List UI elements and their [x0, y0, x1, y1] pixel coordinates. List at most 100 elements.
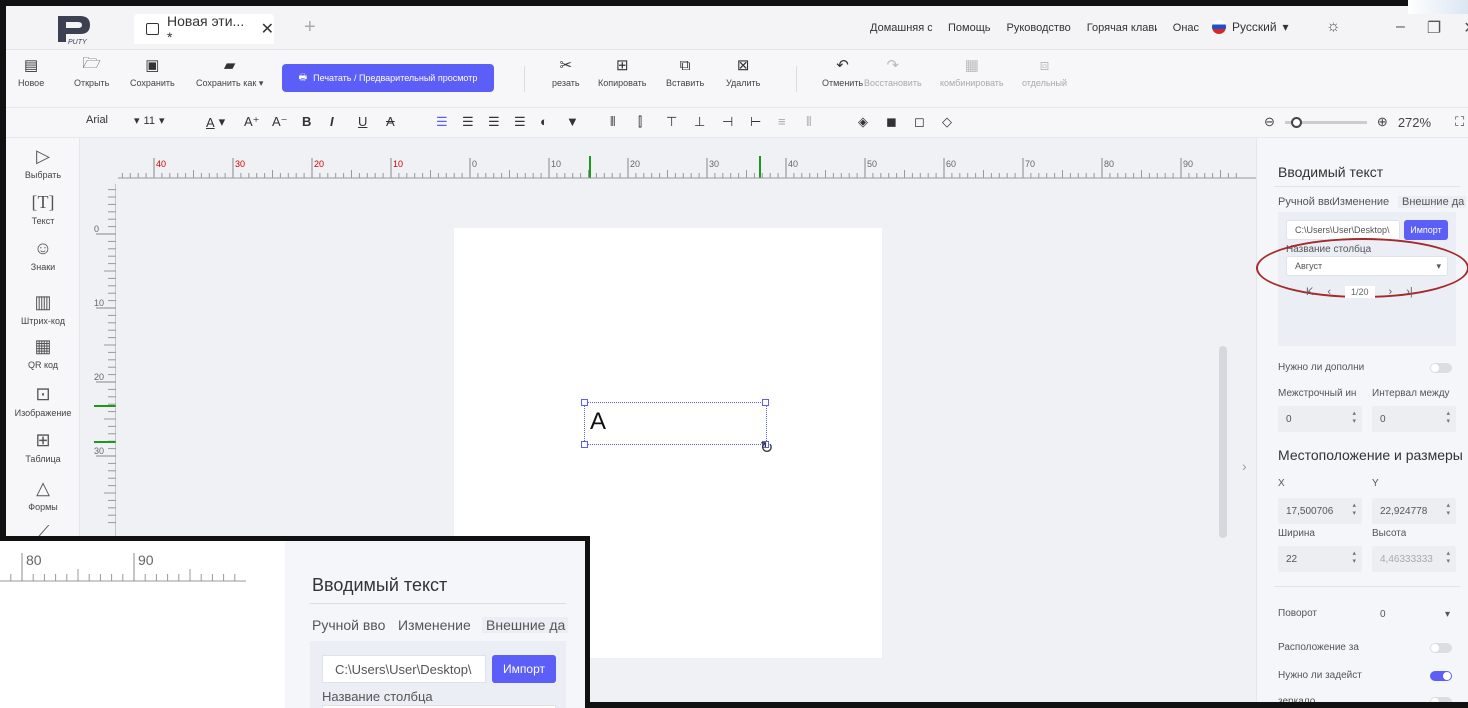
font-select[interactable]: Arial — [86, 114, 108, 126]
text-selection-box[interactable] — [584, 402, 767, 445]
fit-screen-icon[interactable]: ⛶ — [1455, 114, 1464, 130]
rotate-handle-icon[interactable]: ↻ — [760, 438, 773, 458]
align-objects-right-icon[interactable]: ⊢ — [750, 114, 761, 130]
save-button[interactable]: ▣ Сохранить — [130, 56, 175, 88]
inset-file-path-input[interactable]: C:\Users\User\Desktop\ — [322, 655, 486, 683]
maximize-icon[interactable]: ❐ — [1427, 18, 1441, 38]
save-as-button[interactable]: ▰ Сохранить как ▾ — [196, 56, 263, 89]
hotkeys-link[interactable]: Горячая клавиш — [1087, 22, 1157, 34]
tool-select[interactable]: ▷ Выбрать — [6, 146, 80, 181]
tab-change[interactable]: Изменение — [1332, 196, 1398, 208]
increase-font-icon[interactable]: A⁺ — [244, 114, 260, 130]
import-button[interactable]: Импорт — [1404, 220, 1448, 240]
layer-top-icon[interactable]: ◈ — [858, 114, 868, 130]
align-center-icon[interactable]: ☰ — [462, 114, 474, 130]
resize-handle[interactable] — [581, 441, 588, 448]
align-objects-middle-icon[interactable]: ⊣ — [722, 114, 733, 130]
tab-manual[interactable]: Ручной вво — [1278, 196, 1332, 208]
zoom-out-icon[interactable]: ⊖ — [1264, 114, 1275, 130]
guide-link[interactable]: Руководство — [1007, 22, 1071, 34]
zoom-in-icon[interactable]: ⊕ — [1377, 114, 1388, 130]
tool-shapes[interactable]: △ Формы — [6, 478, 80, 513]
tool-qrcode[interactable]: ▦ QR код — [6, 336, 80, 371]
print-button[interactable]: 🖶 Печатать / Предварительный просмотр — [282, 64, 494, 92]
add-tab-icon[interactable]: + — [304, 16, 316, 39]
separate-button[interactable]: ⧈ отдельный — [1022, 56, 1067, 89]
document-tab[interactable]: Новая эти... * ✕ — [134, 13, 274, 45]
canvas-text-element[interactable]: A — [590, 408, 606, 436]
last-page-icon[interactable]: ›| — [1406, 286, 1413, 298]
copy-button[interactable]: ⊞ Копировать — [598, 56, 646, 88]
inset-tab-external[interactable]: Внешние да — [482, 617, 568, 633]
align-objects-left-icon[interactable]: ⫴ — [610, 114, 615, 130]
close-window-icon[interactable]: ✕ — [1463, 18, 1468, 38]
char-spacing-input[interactable]: 0 ▴ ▾ — [1372, 406, 1456, 432]
new-button[interactable]: ▤ Новое — [18, 56, 44, 88]
align-objects-bottom-icon[interactable]: ⊥ — [694, 114, 705, 130]
delete-button[interactable]: ⊠ Удалить — [726, 56, 760, 88]
font-size-select[interactable]: ▾ 11 ▾ — [134, 114, 164, 128]
layer-bottom-icon[interactable]: ◇ — [942, 114, 952, 130]
paste-button[interactable]: ⧉ Вставить — [666, 56, 704, 89]
tab-external[interactable]: Внешние да — [1398, 196, 1466, 208]
distribute-v-icon[interactable]: ⦀ — [806, 114, 812, 130]
collapse-panel-icon[interactable]: › — [1242, 458, 1247, 474]
stepper-icon[interactable]: ▴ ▾ — [1446, 410, 1450, 426]
vertical-text-icon[interactable]: ▼ — [566, 114, 579, 129]
tool-image[interactable]: ⊡ Изображение — [6, 384, 80, 419]
align-objects-top-icon[interactable]: ⊤ — [666, 114, 677, 130]
file-path-input[interactable]: C:\Users\User\Desktop\ — [1286, 220, 1400, 240]
about-link[interactable]: Онас — [1173, 22, 1199, 34]
font-color-button[interactable]: A ▾ — [206, 114, 225, 130]
layer-down-icon[interactable]: ◻ — [914, 114, 925, 130]
invert-icon[interactable]: ◐ — [540, 114, 548, 129]
rotation-select[interactable]: 0 ▾ — [1372, 602, 1456, 626]
zoom-slider[interactable] — [1284, 116, 1367, 128]
layout-toggle[interactable] — [1430, 643, 1452, 653]
redo-button[interactable]: ↷ Восстановить — [864, 56, 922, 88]
need-use-toggle[interactable] — [1430, 671, 1452, 681]
decrease-font-icon[interactable]: A⁻ — [272, 114, 288, 130]
layer-up-icon[interactable]: ◼ — [886, 114, 897, 130]
height-input[interactable]: 4,46333333 ▴ ▾ — [1372, 546, 1456, 572]
resize-handle[interactable] — [762, 399, 769, 406]
tool-text[interactable]: [T] Текст — [6, 192, 80, 227]
align-left-icon[interactable]: ☰ — [436, 114, 448, 130]
inset-tab-change[interactable]: Изменение — [398, 617, 482, 633]
zoom-slider-knob[interactable] — [1290, 116, 1302, 128]
align-right-icon[interactable]: ☰ — [488, 114, 500, 130]
stepper-icon[interactable]: ▴ ▾ — [1352, 502, 1356, 518]
close-tab-icon[interactable]: ✕ — [261, 19, 274, 39]
combine-button[interactable]: ▦ комбинировать — [940, 56, 1004, 88]
language-select[interactable]: Русский ▾ — [1212, 20, 1289, 34]
justify-icon[interactable]: ☰ — [514, 114, 526, 130]
first-page-icon[interactable]: K — [1306, 286, 1313, 298]
inset-tab-manual[interactable]: Ручной вво — [312, 617, 398, 633]
line-spacing-input[interactable]: 0 ▴ ▾ — [1278, 406, 1362, 432]
next-page-icon[interactable]: › — [1389, 286, 1393, 298]
open-button[interactable]: 🗁 Открыть — [74, 55, 109, 89]
tool-symbols[interactable]: ☺ Знаки — [6, 238, 80, 273]
mirror-toggle[interactable] — [1430, 697, 1452, 702]
align-objects-center-icon[interactable]: ⫿ — [638, 114, 642, 130]
inset-import-button[interactable]: Импорт — [492, 655, 556, 683]
prev-page-icon[interactable]: ‹ — [1327, 286, 1331, 298]
distribute-h-icon[interactable]: ≡ — [778, 114, 786, 129]
y-input[interactable]: 22,924778 ▴ ▾ — [1372, 498, 1456, 524]
help-link[interactable]: Помощь — [948, 22, 991, 34]
stepper-icon[interactable]: ▴ ▾ — [1352, 410, 1356, 426]
bold-icon[interactable]: B — [302, 114, 311, 129]
resize-handle[interactable] — [581, 399, 588, 406]
tool-barcode[interactable]: ▥ Штрих-код — [6, 292, 80, 327]
theme-sun-icon[interactable]: ☼ — [1326, 18, 1341, 36]
undo-button[interactable]: ↶ Отменить — [822, 56, 863, 88]
stepper-icon[interactable]: ▴ ▾ — [1446, 502, 1450, 518]
need-add-toggle[interactable] — [1430, 363, 1452, 373]
minimize-icon[interactable]: – — [1396, 18, 1405, 38]
stepper-icon[interactable]: ▴ ▾ — [1352, 550, 1356, 566]
x-input[interactable]: 17,500706 ▴ ▾ — [1278, 498, 1362, 524]
tool-table[interactable]: ⊞ Таблица — [6, 430, 80, 465]
cut-button[interactable]: ✂ резать — [552, 56, 580, 88]
stepper-icon[interactable]: ▴ ▾ — [1446, 550, 1450, 566]
underline-icon[interactable]: U — [358, 114, 367, 129]
